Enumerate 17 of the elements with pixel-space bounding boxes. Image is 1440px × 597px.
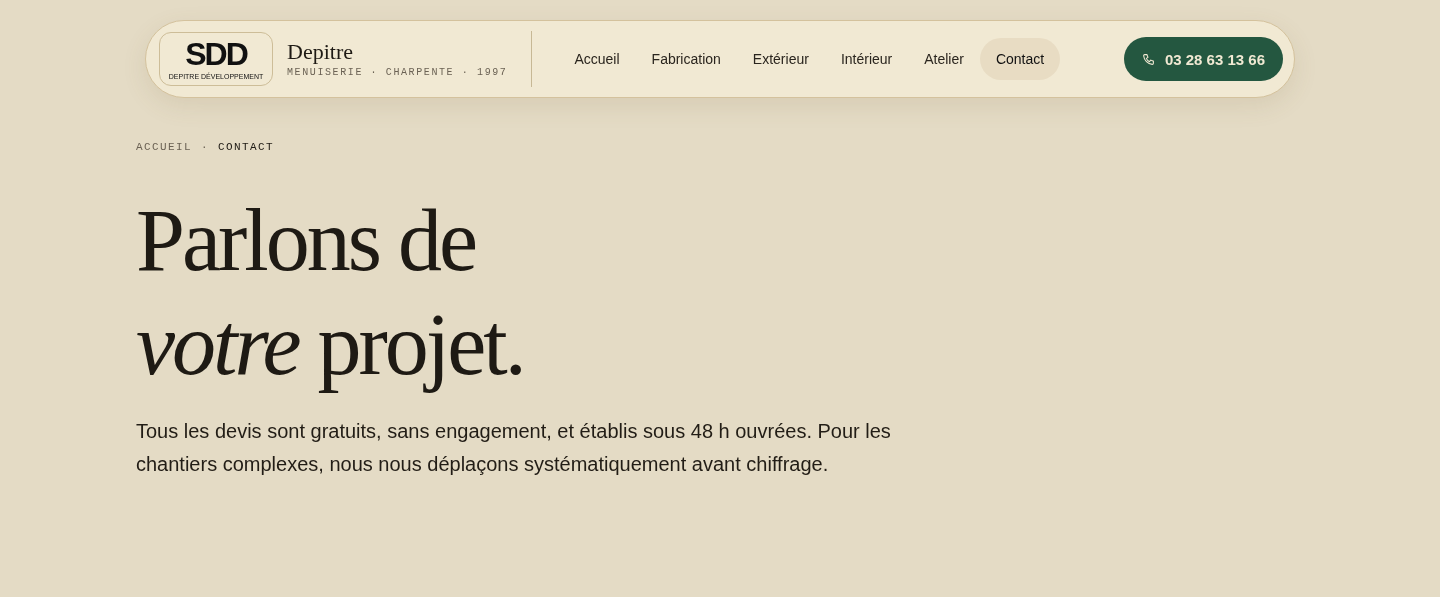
logo-mark: SDD	[185, 38, 247, 70]
nav-link[interactable]: Extérieur	[736, 38, 825, 80]
breadcrumb-current: CONTACT	[218, 142, 275, 153]
breadcrumb-item[interactable]: ACCUEIL	[136, 142, 192, 153]
breadcrumb-item[interactable]: ·	[201, 142, 210, 153]
phone-button[interactable]: 03 28 63 13 66	[1123, 37, 1283, 81]
brand-name: Depitre	[287, 39, 354, 65]
nav-link[interactable]: Intérieur	[824, 38, 909, 80]
page-heading-line: Parlons de	[136, 191, 476, 291]
phone-icon	[1141, 52, 1155, 66]
nav-link[interactable]: Contact	[979, 38, 1061, 80]
intro-paragraph: Tous les devis sont gratuits, sans engagement, et établis sous 48 h ouvrées. Pour les chantiers complexes, nous nous déplaçons systématiquement avant chiffrage.	[136, 419, 892, 477]
nav-link[interactable]: Accueil	[558, 38, 636, 80]
nav-link[interactable]: Atelier	[908, 38, 980, 80]
brand-tagline: MENUISERIE · CHARPENTE · 1997	[287, 68, 508, 79]
nav-link[interactable]: Fabrication	[635, 38, 737, 80]
page-heading-line: votre projet.	[136, 295, 524, 395]
